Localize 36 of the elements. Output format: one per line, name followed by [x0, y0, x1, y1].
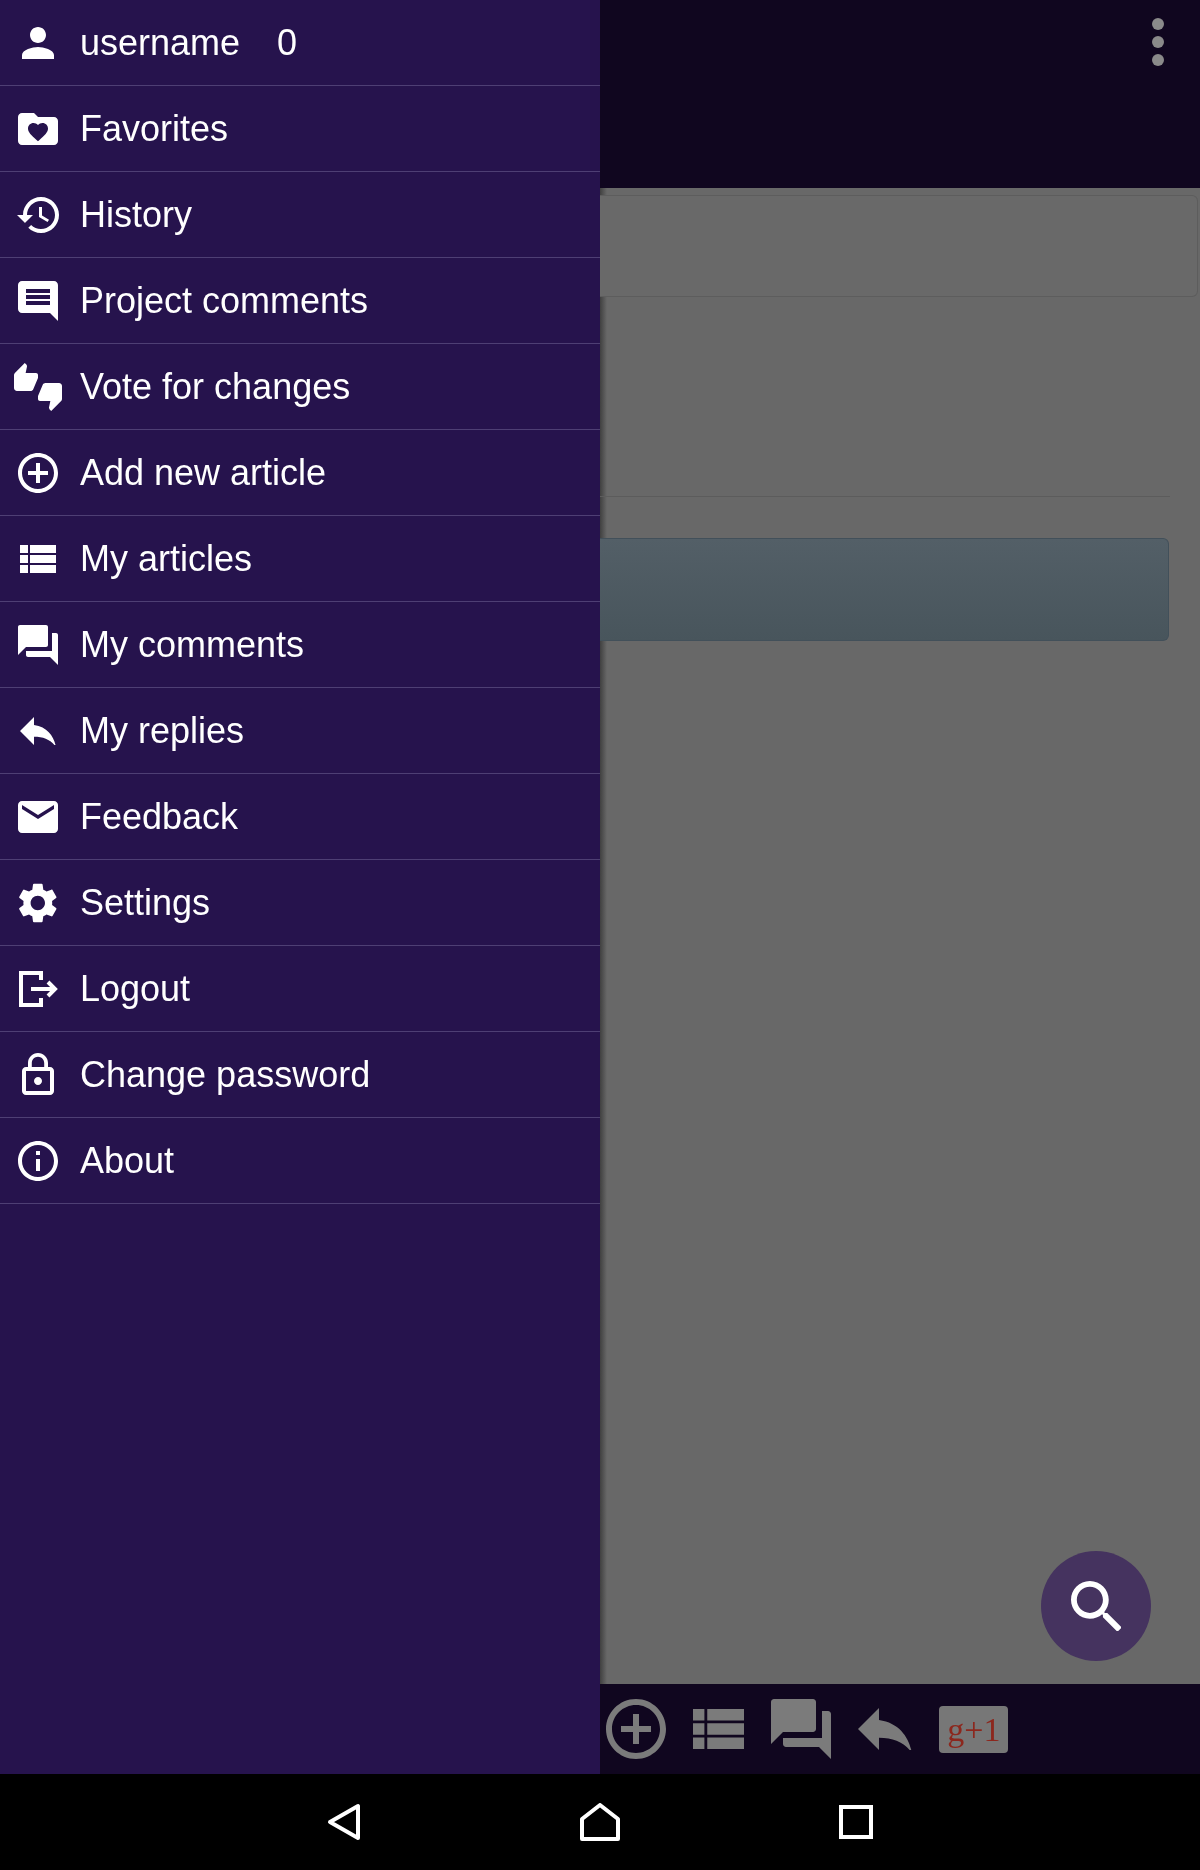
envelope-icon — [18, 800, 58, 833]
recents-icon[interactable] — [839, 1805, 873, 1839]
home-icon[interactable] — [580, 1803, 620, 1841]
menu-item[interactable]: My articles — [0, 516, 600, 602]
history-icon — [17, 196, 59, 233]
exit-arrow-icon — [18, 970, 58, 1007]
more-options-icon[interactable] — [1152, 18, 1164, 66]
heart-folder-icon — [18, 112, 58, 145]
menu-item[interactable]: Change password — [0, 1032, 600, 1118]
chat-bubbles-icon[interactable] — [771, 1699, 832, 1759]
reply-arrow-icon[interactable] — [858, 1708, 913, 1750]
menu-item[interactable]: Logout — [0, 946, 600, 1032]
username-label: username — [80, 21, 241, 64]
list-icon[interactable] — [693, 1709, 745, 1749]
menu-item[interactable]: Add new article — [0, 430, 600, 516]
person-icon — [22, 26, 54, 59]
back-icon[interactable] — [327, 1803, 361, 1841]
settings-icon — [19, 882, 57, 923]
menu-item[interactable]: Feedback — [0, 774, 600, 860]
chat-bubbles-icon — [18, 624, 58, 665]
points-count: 0 — [277, 21, 298, 64]
menu-item[interactable]: History — [0, 172, 600, 258]
menu-item[interactable]: Vote for changes — [0, 344, 600, 430]
menu-item[interactable]: My comments — [0, 602, 600, 688]
thumbs-up-down-icon — [14, 362, 62, 411]
search-icon — [1070, 1580, 1122, 1632]
list-icon — [20, 544, 56, 573]
menu-item[interactable]: About — [0, 1118, 600, 1204]
menu-item[interactable]: My replies — [0, 688, 600, 774]
reply-arrow-icon — [20, 716, 56, 745]
menu-item[interactable]: Favorites — [0, 86, 600, 172]
info-icon — [18, 1140, 58, 1181]
menu-item[interactable]: Settings — [0, 860, 600, 946]
chat-bubble-icon — [18, 280, 58, 321]
padlock-icon — [22, 1052, 54, 1097]
menu-item[interactable]: Project comments — [0, 258, 600, 344]
